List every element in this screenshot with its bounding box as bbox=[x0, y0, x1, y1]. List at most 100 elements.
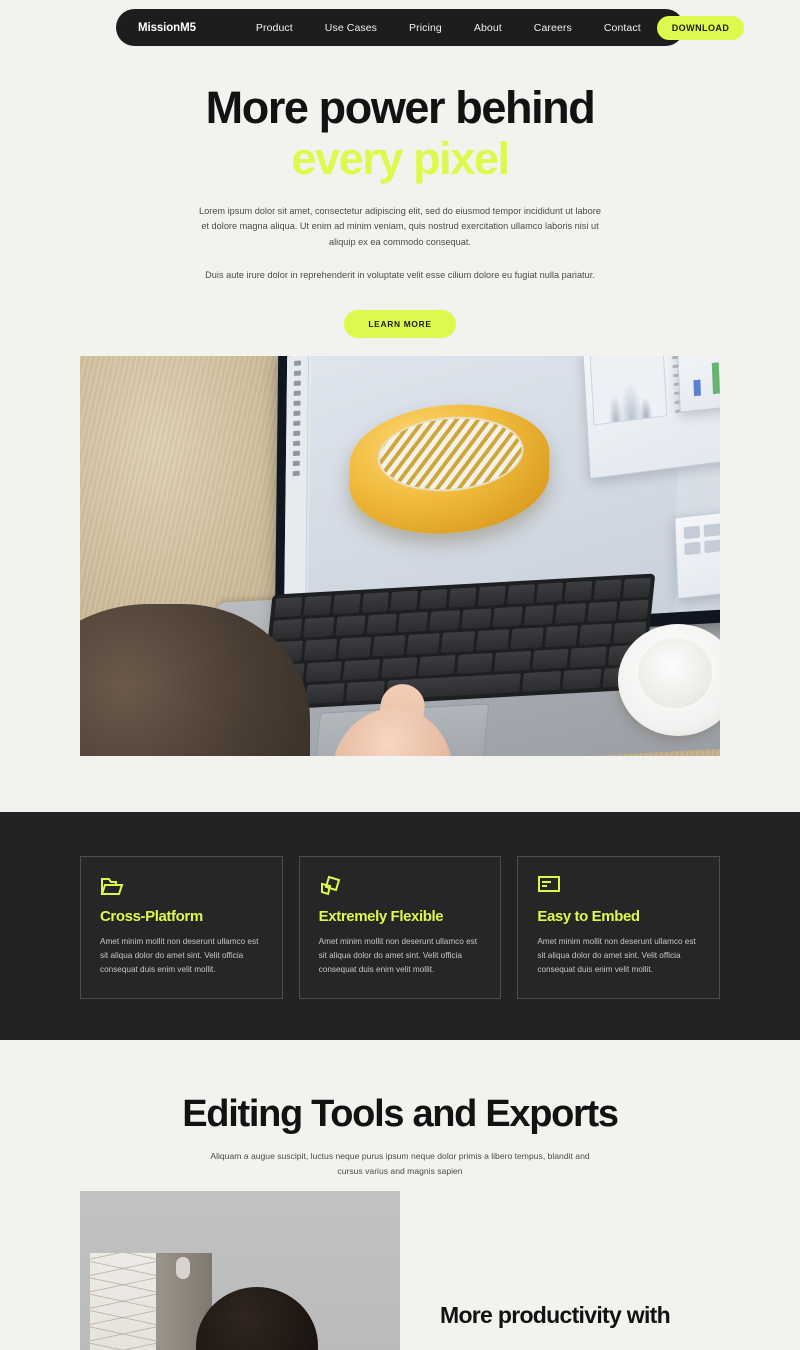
key bbox=[456, 652, 493, 674]
key bbox=[271, 619, 303, 640]
key bbox=[492, 606, 523, 628]
productivity-image-curtain bbox=[90, 1253, 156, 1350]
folder-icon bbox=[100, 875, 263, 899]
nav-link-careers[interactable]: Careers bbox=[518, 22, 588, 34]
productivity-image bbox=[80, 1191, 400, 1350]
key bbox=[380, 656, 418, 678]
toolbar-tool-icon bbox=[292, 470, 300, 477]
key bbox=[304, 639, 338, 661]
key bbox=[448, 587, 477, 608]
key bbox=[523, 605, 555, 626]
toolbar-tool-icon bbox=[293, 380, 301, 386]
hero-image-color-bars bbox=[686, 356, 720, 397]
key bbox=[338, 637, 372, 659]
key bbox=[477, 585, 506, 607]
toolbar-tool-icon bbox=[293, 390, 301, 396]
editing-tools-subheading: Aliquam a augue suscipit, luctus neque p… bbox=[210, 1151, 590, 1176]
productivity-text-block: More productivity with bbox=[440, 1191, 720, 1350]
key bbox=[564, 580, 593, 602]
key bbox=[460, 608, 492, 630]
key bbox=[441, 631, 475, 653]
key bbox=[522, 670, 562, 693]
toolbar-tool-icon bbox=[293, 370, 301, 376]
key bbox=[407, 633, 441, 655]
toolbar-tool-icon bbox=[292, 460, 300, 467]
key bbox=[332, 593, 361, 615]
grid-cell bbox=[703, 523, 720, 538]
hero-image-histogram bbox=[589, 356, 668, 426]
editing-tools-section: Editing Tools and Exports Aliquam a augu… bbox=[0, 1040, 800, 1350]
feature-card-extremely-flexible[interactable]: Extremely Flexible Amet minim mollit non… bbox=[298, 856, 502, 1000]
grid-cell bbox=[704, 539, 720, 554]
toolbar-tool-icon bbox=[293, 400, 301, 406]
hero-heading-line-2: every pixel bbox=[291, 133, 510, 185]
key bbox=[562, 668, 602, 690]
key bbox=[418, 654, 456, 676]
hero-image-tool-grid-panel bbox=[674, 504, 720, 600]
hero-image-color-panel bbox=[676, 356, 720, 413]
key bbox=[361, 592, 390, 613]
feature-card-title: Extremely Flexible bbox=[318, 908, 444, 925]
key bbox=[618, 599, 649, 621]
key bbox=[506, 584, 535, 605]
key bbox=[303, 595, 332, 617]
toolbar-tool-icon bbox=[293, 420, 301, 427]
key bbox=[429, 610, 460, 632]
nav-link-pricing[interactable]: Pricing bbox=[393, 22, 458, 34]
key bbox=[419, 588, 448, 610]
key bbox=[366, 613, 397, 635]
key bbox=[622, 577, 651, 599]
editing-tools-header: Editing Tools and Exports Aliquam a augu… bbox=[0, 1040, 800, 1178]
key bbox=[510, 627, 544, 649]
key bbox=[342, 658, 380, 680]
feature-card-body: Amet minim mollit non deserunt ullamco e… bbox=[537, 937, 696, 974]
key bbox=[305, 682, 345, 705]
key bbox=[586, 601, 618, 623]
key bbox=[531, 648, 569, 670]
features-section: Cross-Platform Amet minim mollit non des… bbox=[0, 812, 800, 1040]
hero-image-keyboard bbox=[260, 573, 656, 711]
productivity-heading: More productivity with bbox=[440, 1302, 671, 1328]
grid-cell bbox=[684, 541, 702, 556]
toolbar-tool-icon bbox=[293, 410, 301, 417]
key bbox=[305, 660, 342, 683]
nav-link-contact[interactable]: Contact bbox=[588, 22, 657, 34]
hero-image-coffee-cup bbox=[638, 638, 712, 708]
feature-card-easy-to-embed[interactable]: Easy to Embed Amet minim mollit non dese… bbox=[517, 856, 721, 1000]
key bbox=[569, 646, 607, 668]
hero-heading-line-1: More power behind bbox=[205, 82, 596, 133]
embed-card-icon bbox=[537, 875, 700, 899]
key bbox=[372, 635, 406, 657]
key bbox=[555, 603, 586, 625]
feature-card-body: Amet minim mollit non deserunt ullamco e… bbox=[318, 937, 478, 974]
feature-card-body: Amet minim mollit non deserunt ullamco e… bbox=[100, 937, 259, 974]
nav-link-use-cases[interactable]: Use Cases bbox=[309, 22, 393, 34]
key bbox=[390, 590, 419, 612]
key bbox=[345, 680, 385, 702]
toolbar-tool-icon bbox=[294, 360, 302, 366]
key bbox=[494, 650, 531, 672]
editing-tools-content-row: More productivity with bbox=[80, 1191, 720, 1350]
download-button[interactable]: DOWNLOAD bbox=[656, 15, 745, 40]
feature-card-cross-platform[interactable]: Cross-Platform Amet minim mollit non des… bbox=[80, 856, 283, 1000]
hero-image-cake-photo bbox=[328, 399, 570, 553]
hero-copy: Lorem ipsum dolor sit amet, consectetur … bbox=[194, 204, 606, 284]
feature-card-title: Easy to Embed bbox=[537, 908, 640, 925]
key bbox=[303, 617, 334, 639]
grid-cell bbox=[683, 525, 701, 540]
toolbar-tool-icon bbox=[293, 440, 301, 447]
key bbox=[334, 615, 366, 637]
nav-link-product[interactable]: Product bbox=[240, 22, 309, 34]
learn-more-button[interactable]: LEARN MORE bbox=[344, 309, 456, 338]
hero-paragraph-2: Duis aute irure dolor in reprehenderit i… bbox=[205, 270, 595, 281]
key bbox=[475, 629, 510, 651]
hero-paragraph-1: Lorem ipsum dolor sit amet, consectetur … bbox=[199, 205, 601, 248]
nav-links: Product Use Cases Pricing About Careers … bbox=[240, 22, 657, 34]
key bbox=[578, 623, 613, 645]
key bbox=[274, 597, 303, 618]
nav-link-about[interactable]: About bbox=[458, 22, 518, 34]
toolbar-tool-icon bbox=[293, 430, 301, 437]
brand-logo[interactable]: MissionM5 bbox=[138, 22, 196, 34]
feature-cards: Cross-Platform Amet minim mollit non des… bbox=[80, 856, 721, 1000]
navigation-bar: MissionM5 Product Use Cases Pricing Abou… bbox=[116, 9, 745, 46]
